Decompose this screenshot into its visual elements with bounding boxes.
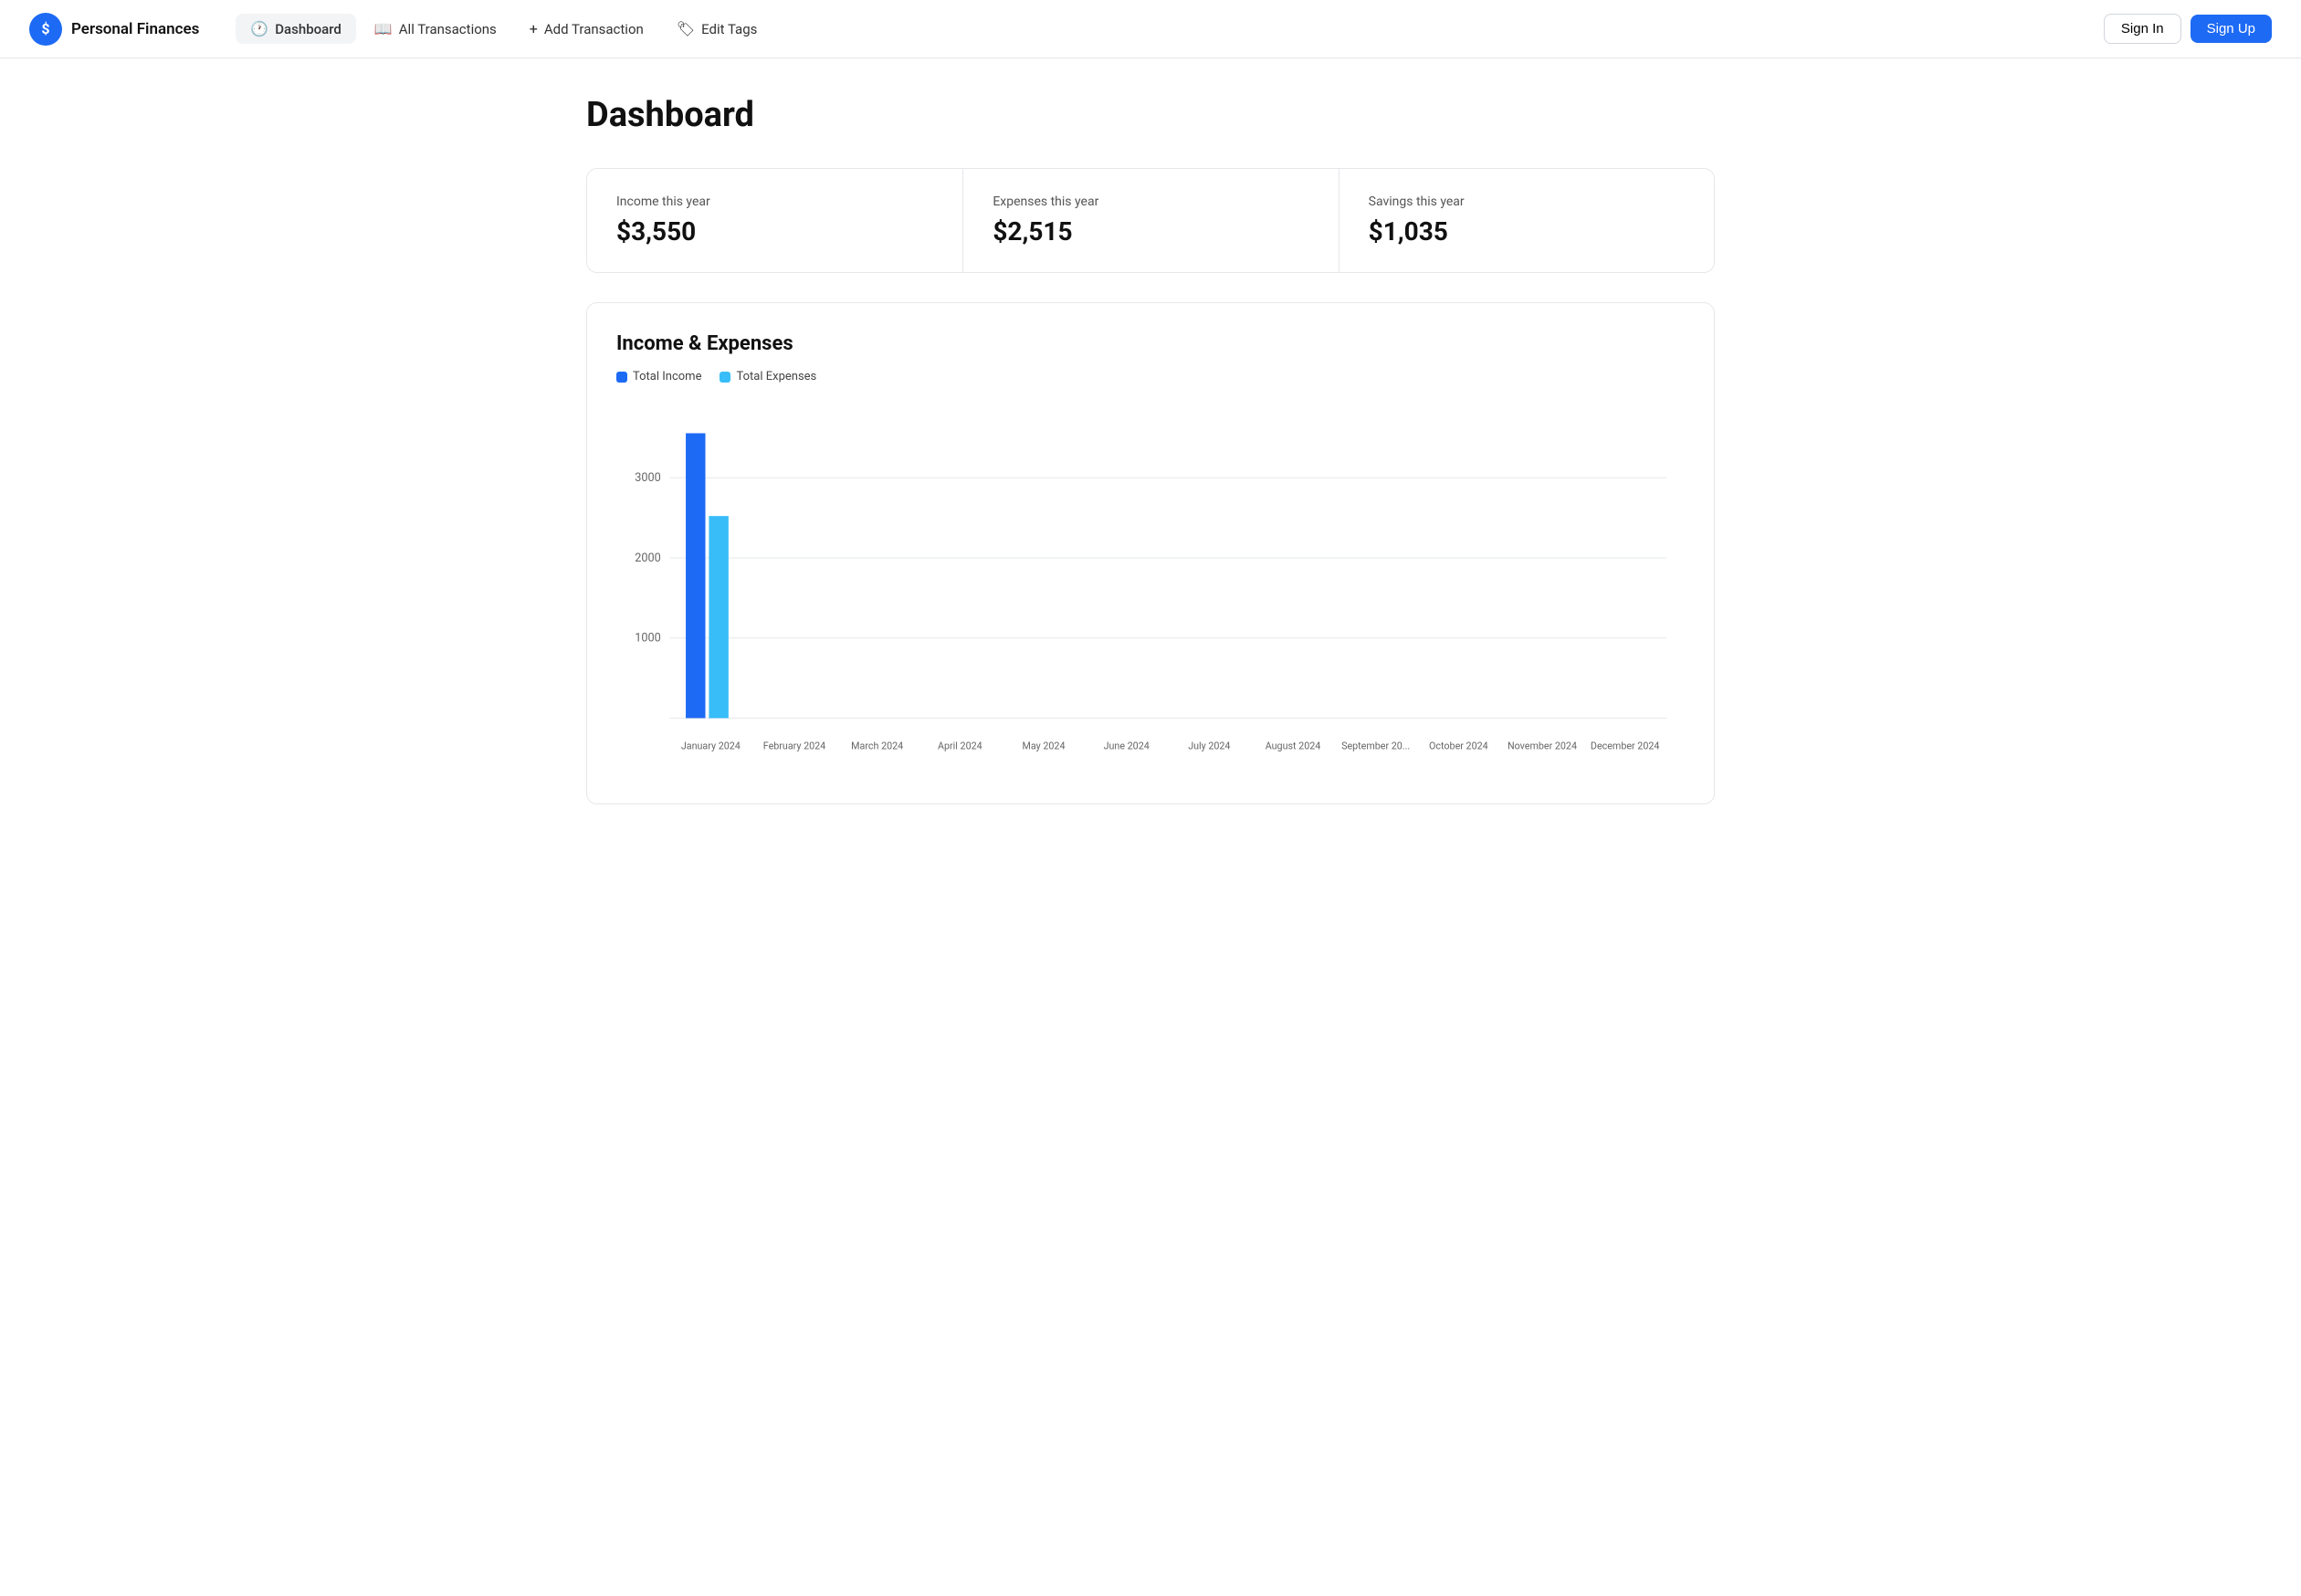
navbar: $ Personal Finances 🕐 Dashboard 📖 All Tr… bbox=[0, 0, 2301, 58]
legend-income-label: Total Income bbox=[633, 370, 701, 383]
svg-text:March 2024: March 2024 bbox=[851, 740, 903, 752]
expenses-label: Expenses this year bbox=[993, 194, 1308, 209]
expenses-value: $2,515 bbox=[993, 216, 1308, 247]
svg-text:1000: 1000 bbox=[635, 632, 660, 646]
nav-item-add-transaction[interactable]: + Add Transaction bbox=[515, 14, 658, 44]
signin-button[interactable]: Sign In bbox=[2104, 14, 2181, 44]
svg-text:July 2024: July 2024 bbox=[1188, 740, 1230, 752]
income-label: Income this year bbox=[616, 194, 933, 209]
chart-title: Income & Expenses bbox=[616, 332, 1685, 355]
savings-card: Savings this year $1,035 bbox=[1339, 169, 1714, 272]
income-card: Income this year $3,550 bbox=[587, 169, 962, 272]
legend-expenses-label: Total Expenses bbox=[736, 370, 816, 383]
legend-expenses: Total Expenses bbox=[720, 370, 816, 383]
svg-text:December 2024: December 2024 bbox=[1591, 740, 1660, 752]
svg-text:3000: 3000 bbox=[635, 471, 660, 485]
svg-text:October 2024: October 2024 bbox=[1429, 740, 1488, 752]
savings-label: Savings this year bbox=[1369, 194, 1685, 209]
nav-item-dashboard[interactable]: 🕐 Dashboard bbox=[236, 14, 356, 44]
bar-chart: 3000 2000 1000 January 2024 February 202… bbox=[616, 402, 1685, 785]
signup-button[interactable]: Sign Up bbox=[2191, 15, 2272, 43]
income-value: $3,550 bbox=[616, 216, 933, 247]
svg-text:November 2024: November 2024 bbox=[1508, 740, 1577, 752]
savings-value: $1,035 bbox=[1369, 216, 1685, 247]
chart-section: Income & Expenses Total Income Total Exp… bbox=[586, 302, 1715, 804]
nav-label-add-transaction: Add Transaction bbox=[544, 21, 644, 37]
plus-icon: + bbox=[530, 20, 538, 37]
nav-item-edit-tags[interactable]: 🏷 Edit Tags bbox=[662, 14, 772, 44]
income-dot bbox=[616, 372, 627, 383]
brand-icon: $ bbox=[29, 13, 62, 46]
page-title: Dashboard bbox=[586, 95, 1715, 135]
bar-income-jan bbox=[686, 434, 705, 719]
expenses-card: Expenses this year $2,515 bbox=[962, 169, 1338, 272]
summary-cards: Income this year $3,550 Expenses this ye… bbox=[586, 168, 1715, 273]
svg-text:June 2024: June 2024 bbox=[1104, 740, 1150, 752]
nav-label-dashboard: Dashboard bbox=[275, 21, 341, 37]
expenses-dot bbox=[720, 372, 730, 383]
chart-legend: Total Income Total Expenses bbox=[616, 370, 1685, 383]
svg-text:April 2024: April 2024 bbox=[938, 740, 982, 752]
bar-expenses-jan bbox=[709, 516, 728, 718]
book-icon: 📖 bbox=[374, 20, 393, 37]
svg-text:September 20...: September 20... bbox=[1341, 740, 1410, 752]
tag-icon: 🏷 bbox=[677, 20, 695, 37]
svg-text:May 2024: May 2024 bbox=[1023, 740, 1066, 752]
svg-text:2000: 2000 bbox=[635, 551, 660, 565]
legend-income: Total Income bbox=[616, 370, 701, 383]
brand-name: Personal Finances bbox=[71, 20, 199, 38]
nav-label-edit-tags: Edit Tags bbox=[701, 21, 757, 37]
main-content: Dashboard Income this year $3,550 Expens… bbox=[557, 58, 1744, 841]
svg-text:August 2024: August 2024 bbox=[1266, 740, 1321, 752]
svg-text:February 2024: February 2024 bbox=[763, 740, 825, 752]
nav-label-all-transactions: All Transactions bbox=[399, 21, 497, 37]
svg-text:January 2024: January 2024 bbox=[681, 740, 741, 752]
nav-item-all-transactions[interactable]: 📖 All Transactions bbox=[360, 14, 511, 44]
nav-items: 🕐 Dashboard 📖 All Transactions + Add Tra… bbox=[236, 14, 2096, 44]
brand[interactable]: $ Personal Finances bbox=[29, 13, 199, 46]
nav-auth: Sign In Sign Up bbox=[2104, 14, 2272, 44]
chart-container: 3000 2000 1000 January 2024 February 202… bbox=[616, 402, 1685, 785]
dashboard-icon: 🕐 bbox=[250, 20, 268, 37]
